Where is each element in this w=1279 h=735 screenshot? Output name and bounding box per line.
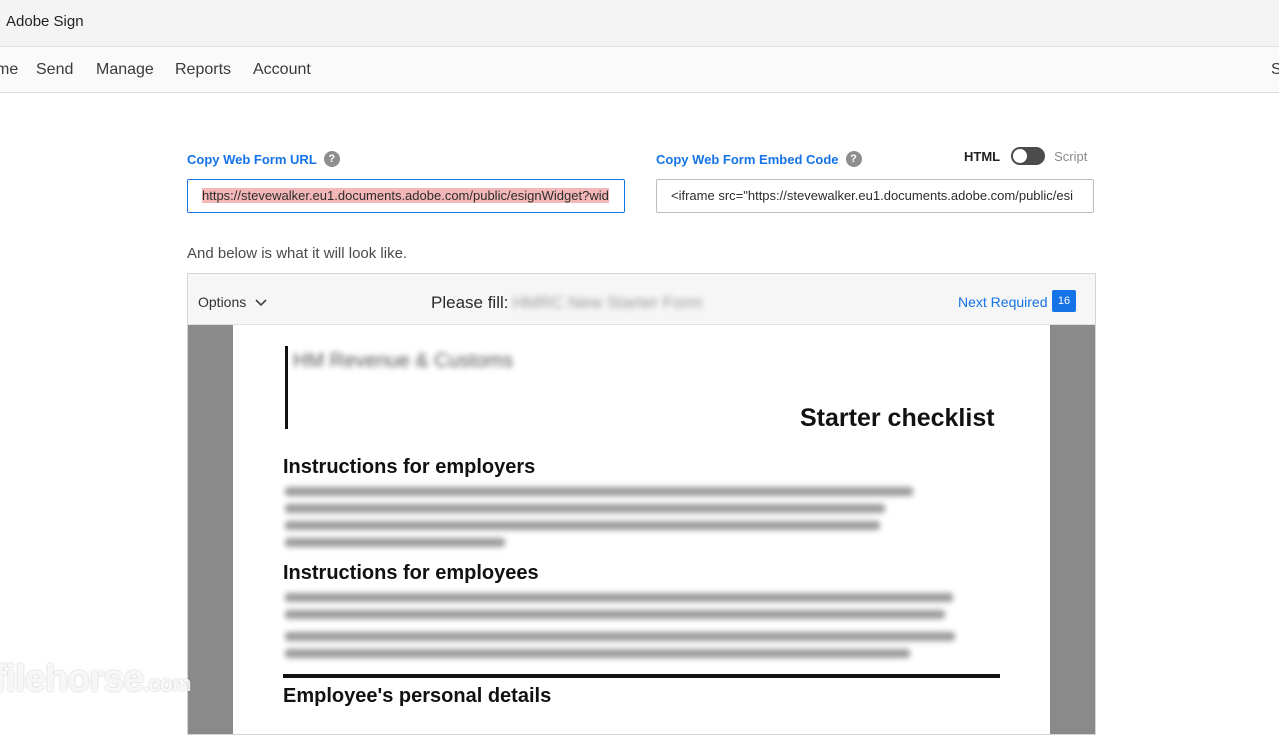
nav-send[interactable]: Send — [36, 61, 73, 79]
preview-caption: And below is what it will look like. — [187, 245, 408, 262]
section-divider — [283, 674, 1000, 678]
html-script-toggle[interactable] — [1011, 147, 1046, 165]
heading-employers: Instructions for employers — [283, 456, 536, 478]
form-preview: Options Please fill: HMRC New Starter For… — [187, 273, 1096, 735]
nav-manage[interactable]: Manage — [96, 61, 154, 79]
toggle-html-label: HTML — [964, 148, 1001, 164]
document-title: Starter checklist — [800, 404, 995, 432]
toggle-knob — [1013, 149, 1028, 163]
heading-personal-details: Employee's personal details — [283, 685, 552, 707]
options-label: Options — [198, 294, 247, 310]
heading-employees: Instructions for employees — [283, 562, 539, 584]
html-script-toggle-group: HTML Script — [964, 147, 1087, 165]
title-bar: Adobe Sign — [0, 0, 1279, 47]
next-required-button[interactable]: Next Required — [958, 294, 1048, 310]
chevron-down-icon — [255, 299, 267, 307]
logo-bar — [285, 346, 288, 429]
watermark: filehorse.com — [0, 658, 192, 701]
blurred-text-line — [285, 593, 953, 602]
watermark-main: filehorse — [0, 658, 144, 700]
hmrc-logo: HM Revenue & Customs — [293, 350, 514, 372]
blurred-text-line — [285, 504, 885, 513]
web-form-url-label-text: Copy Web Form URL — [187, 151, 317, 167]
embed-code-field[interactable]: <iframe src="https://stevewalker.eu1.doc… — [656, 179, 1094, 213]
document-page: HM Revenue & Customs Starter checklist I… — [233, 325, 1050, 734]
options-button[interactable]: Options — [198, 294, 267, 310]
preview-header: Options Please fill: HMRC New Starter For… — [188, 274, 1095, 325]
embed-code-label-text: Copy Web Form Embed Code — [656, 151, 839, 167]
app-title: Adobe Sign — [6, 13, 84, 30]
please-fill-label: Please fill: — [431, 293, 509, 312]
help-icon[interactable]: ? — [323, 151, 340, 167]
watermark-suffix: .com — [143, 671, 191, 696]
next-required-count: 16 — [1052, 290, 1076, 312]
web-form-url-value: https://stevewalker.eu1.documents.adobe.… — [202, 188, 609, 203]
web-form-url-label: Copy Web Form URL ? — [187, 151, 340, 167]
embed-code-value: <iframe src="https://stevewalker.eu1.doc… — [671, 188, 1074, 203]
blurred-text-line — [285, 538, 505, 547]
blurred-text-line — [285, 610, 945, 619]
top-nav: me Send Manage Reports Account S — [0, 47, 1279, 93]
blurred-text-line — [285, 487, 913, 496]
blurred-text-line — [285, 521, 880, 530]
nav-reports[interactable]: Reports — [175, 61, 231, 79]
nav-account[interactable]: Account — [253, 61, 311, 79]
nav-right-item[interactable]: S — [1271, 61, 1279, 79]
please-fill-text: Please fill: HMRC New Starter Form — [431, 293, 702, 313]
help-icon[interactable]: ? — [845, 151, 862, 167]
blurred-text-line — [285, 632, 955, 641]
embed-code-label: Copy Web Form Embed Code ? — [656, 151, 862, 167]
form-name: HMRC New Starter Form — [512, 293, 703, 312]
web-form-url-field[interactable]: https://stevewalker.eu1.documents.adobe.… — [187, 179, 625, 213]
blurred-text-line — [285, 649, 910, 658]
nav-home[interactable]: me — [0, 61, 18, 79]
toggle-script-label: Script — [1054, 148, 1088, 164]
